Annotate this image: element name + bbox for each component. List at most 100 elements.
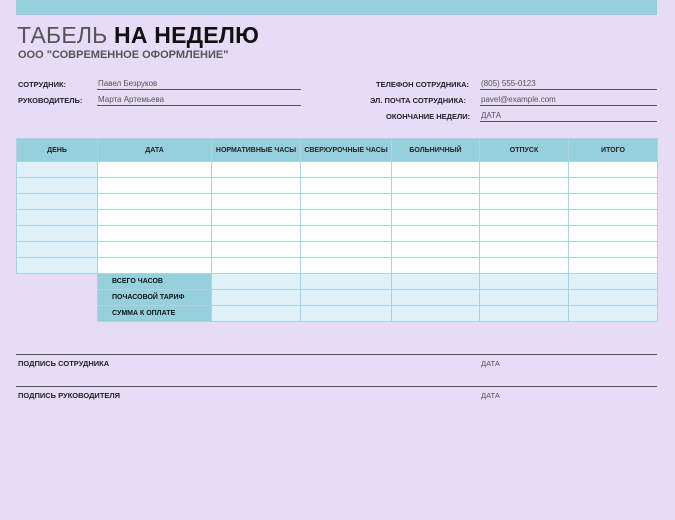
regular-hours-cell[interactable]: [211, 257, 301, 274]
overtime-hours-cell[interactable]: [300, 161, 392, 178]
company-name: ООО "СОВРЕМЕННОЕ ОФОРМЛЕНИЕ": [18, 49, 229, 61]
regular-hours-cell[interactable]: [211, 193, 301, 210]
col-header-date: ДАТА: [97, 138, 212, 162]
summary-cell[interactable]: [300, 273, 392, 290]
vacation-cell[interactable]: [479, 161, 569, 178]
sick-cell[interactable]: [391, 161, 480, 178]
overtime-hours-cell[interactable]: [300, 193, 392, 210]
summary-label-total-hours: ВСЕГО ЧАСОВ: [97, 273, 212, 290]
overtime-hours-cell[interactable]: [300, 241, 392, 258]
date-cell[interactable]: [97, 193, 212, 210]
summary-label-hourly-rate: ПОЧАСОВОЙ ТАРИФ: [97, 289, 212, 306]
sick-cell[interactable]: [391, 193, 480, 210]
summary-cell[interactable]: [568, 305, 658, 322]
week-end-field[interactable]: ДАТА: [480, 110, 657, 122]
vacation-cell[interactable]: [479, 225, 569, 242]
email-label: ЭЛ. ПОЧТА СОТРУДНИКА:: [370, 96, 467, 105]
summary-cell[interactable]: [300, 305, 392, 322]
manager-field[interactable]: Марта Артемьева: [97, 94, 301, 106]
total-cell[interactable]: [568, 161, 658, 178]
summary-cell[interactable]: [300, 289, 392, 306]
vacation-cell[interactable]: [479, 193, 569, 210]
total-cell[interactable]: [568, 257, 658, 274]
col-header-sick: БОЛЬНИЧНЫЙ: [391, 138, 480, 162]
timesheet-table: ДЕНЬ ДАТА НОРМАТИВНЫЕ ЧАСЫ СВЕРХУРОЧНЫЕ …: [16, 138, 658, 322]
day-cell[interactable]: [16, 257, 98, 274]
day-cell[interactable]: [16, 177, 98, 194]
sick-cell[interactable]: [391, 225, 480, 242]
summary-cell[interactable]: [479, 289, 569, 306]
vacation-cell[interactable]: [479, 177, 569, 194]
day-cell[interactable]: [16, 209, 98, 226]
day-cell[interactable]: [16, 161, 98, 178]
date-cell[interactable]: [97, 257, 212, 274]
summary-cell[interactable]: [391, 289, 480, 306]
regular-hours-cell[interactable]: [211, 209, 301, 226]
regular-hours-cell[interactable]: [211, 241, 301, 258]
table-row: [16, 257, 658, 274]
col-header-vacation: ОТПУСК: [479, 138, 569, 162]
day-cell[interactable]: [16, 193, 98, 210]
email-field[interactable]: pavel@example.com: [480, 94, 657, 106]
sick-cell[interactable]: [391, 241, 480, 258]
regular-hours-cell[interactable]: [211, 161, 301, 178]
summary-cell[interactable]: [568, 289, 658, 306]
employee-field[interactable]: Павел Безруков: [97, 78, 301, 90]
employee-signature-date: ДАТА: [481, 359, 500, 368]
overtime-hours-cell[interactable]: [300, 257, 392, 274]
vacation-cell[interactable]: [479, 241, 569, 258]
summary-cell[interactable]: [391, 305, 480, 322]
phone-label: ТЕЛЕФОН СОТРУДНИКА:: [376, 80, 470, 89]
date-cell[interactable]: [97, 241, 212, 258]
col-header-day: ДЕНЬ: [16, 138, 98, 162]
table-row: [16, 177, 658, 194]
employee-signature-line[interactable]: [16, 354, 657, 355]
phone-field[interactable]: (805) 555-0123: [480, 78, 657, 90]
vacation-cell[interactable]: [479, 209, 569, 226]
vacation-cell[interactable]: [479, 257, 569, 274]
overtime-hours-cell[interactable]: [300, 209, 392, 226]
table-row: [16, 193, 658, 210]
total-cell[interactable]: [568, 193, 658, 210]
top-accent-bar: [16, 0, 657, 15]
sick-cell[interactable]: [391, 257, 480, 274]
total-cell[interactable]: [568, 177, 658, 194]
manager-signature-line[interactable]: [16, 386, 657, 387]
summary-cell[interactable]: [479, 273, 569, 290]
day-cell[interactable]: [16, 225, 98, 242]
total-cell[interactable]: [568, 225, 658, 242]
summary-row-total-hours: ВСЕГО ЧАСОВ: [16, 273, 658, 290]
manager-signature-date: ДАТА: [481, 391, 500, 400]
overtime-hours-cell[interactable]: [300, 177, 392, 194]
total-cell[interactable]: [568, 209, 658, 226]
date-cell[interactable]: [97, 209, 212, 226]
manager-label: РУКОВОДИТЕЛЬ:: [18, 96, 83, 105]
overtime-hours-cell[interactable]: [300, 225, 392, 242]
table-row: [16, 225, 658, 242]
sick-cell[interactable]: [391, 177, 480, 194]
title-light: ТАБЕЛЬ: [17, 22, 115, 48]
summary-cell[interactable]: [568, 273, 658, 290]
title-bold: НА НЕДЕЛЮ: [114, 22, 259, 48]
employee-signature-label: ПОДПИСЬ СОТРУДНИКА: [18, 359, 110, 368]
summary-cell[interactable]: [211, 289, 301, 306]
day-cell[interactable]: [16, 241, 98, 258]
regular-hours-cell[interactable]: [211, 177, 301, 194]
col-header-regular-hours: НОРМАТИВНЫЕ ЧАСЫ: [211, 138, 301, 162]
summary-row-hourly-rate: ПОЧАСОВОЙ ТАРИФ: [17, 289, 658, 306]
date-cell[interactable]: [97, 225, 212, 242]
summary-cell[interactable]: [479, 305, 569, 322]
date-cell[interactable]: [97, 177, 212, 194]
summary-cell[interactable]: [211, 305, 301, 322]
table-row: [16, 209, 658, 226]
summary-cell[interactable]: [211, 273, 301, 290]
table-row: [16, 241, 658, 258]
sick-cell[interactable]: [391, 209, 480, 226]
date-cell[interactable]: [97, 161, 212, 178]
manager-signature-label: ПОДПИСЬ РУКОВОДИТЕЛЯ: [18, 391, 121, 400]
total-cell[interactable]: [568, 241, 658, 258]
summary-cell[interactable]: [391, 273, 480, 290]
summary-label-amount-due: СУММА К ОПЛАТЕ: [97, 305, 212, 322]
col-header-total: ИТОГО: [568, 138, 658, 162]
regular-hours-cell[interactable]: [211, 225, 301, 242]
